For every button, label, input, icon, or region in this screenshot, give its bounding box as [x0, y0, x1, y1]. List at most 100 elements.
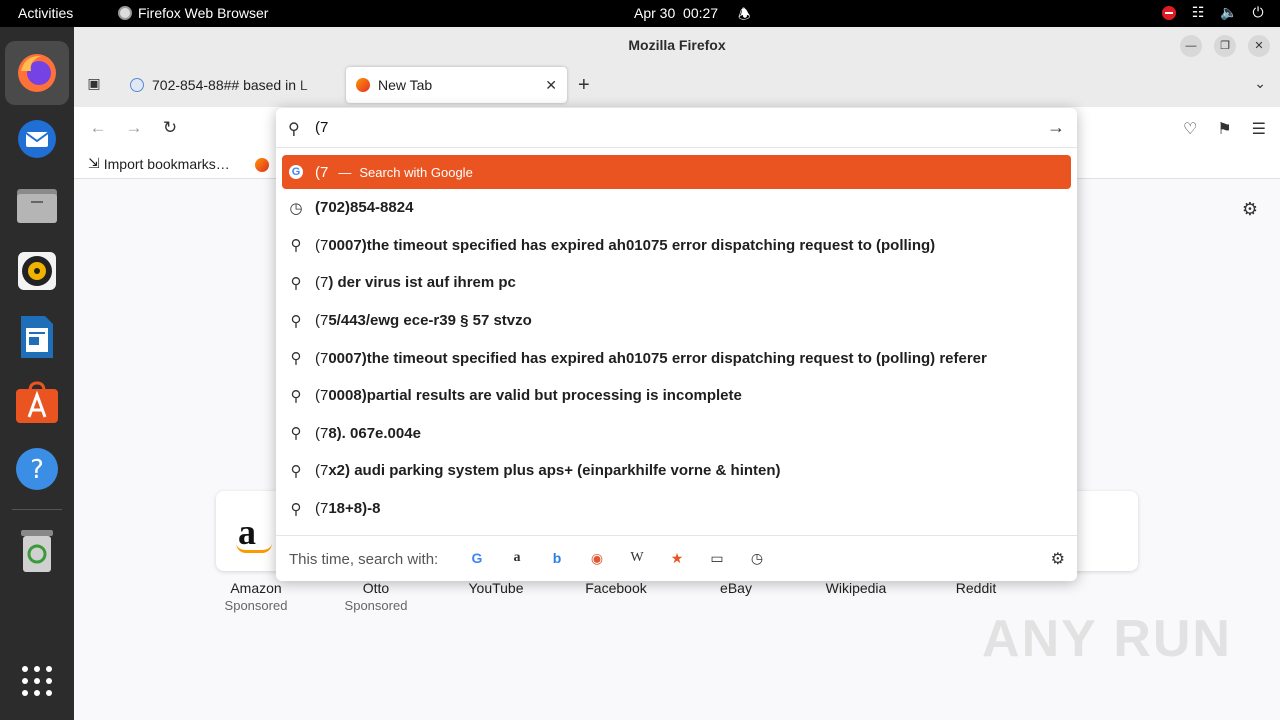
- amazon-smile-icon: [236, 543, 272, 553]
- trash-icon[interactable]: [5, 519, 69, 583]
- top-site-label: Amazon: [230, 580, 282, 596]
- tab-bar: ▣ 702-854-88## based in L New Tab ✕ + ⌄: [74, 63, 1280, 107]
- thunderbird-icon[interactable]: [5, 107, 69, 171]
- result-text: 8). 067e.004e: [328, 424, 421, 442]
- top-site-label[interactable]: Otto: [316, 580, 436, 596]
- menu-icon[interactable]: ☰: [1252, 119, 1266, 139]
- duckduckgo-icon[interactable]: ◉: [588, 549, 606, 567]
- wikipedia-icon[interactable]: W: [628, 549, 646, 567]
- result-row[interactable]: ⚲ (7 0007)the timeout specified has expir…: [276, 227, 1077, 265]
- new-tab-button[interactable]: +: [578, 75, 590, 95]
- reload-icon[interactable]: ↻: [159, 118, 181, 138]
- list-all-tabs-icon[interactable]: ⌄: [1254, 75, 1266, 92]
- clock[interactable]: Apr 30 00:27: [634, 5, 718, 21]
- amazon-icon[interactable]: a: [508, 549, 526, 567]
- result-row[interactable]: ⚲ (7 18+8)-8: [276, 490, 1077, 528]
- bookmarks-icon[interactable]: ★: [668, 549, 686, 567]
- search-settings-gear-icon[interactable]: ⚙: [1051, 549, 1065, 569]
- files-icon[interactable]: [5, 173, 69, 237]
- extensions-icon[interactable]: ⚑: [1217, 119, 1231, 139]
- search-icon: ⚲: [290, 462, 302, 480]
- top-site-label[interactable]: eBay: [676, 580, 796, 596]
- close-window-button[interactable]: ✕: [1248, 35, 1270, 57]
- top-site-sponsored: Sponsored: [224, 598, 288, 613]
- shield-icon: [130, 78, 144, 92]
- result-prefix: (7: [315, 236, 329, 254]
- urlbar-results: G (7 — Search with Google ◷ (702)854-882…: [276, 153, 1077, 527]
- writer-icon[interactable]: [5, 305, 69, 369]
- top-site-label[interactable]: Facebook: [556, 580, 676, 596]
- urlbar-text[interactable]: (7: [315, 119, 328, 136]
- firefox-favicon-icon: [356, 78, 370, 92]
- result-prefix: (7: [315, 462, 329, 480]
- history-icon[interactable]: ◷: [748, 549, 766, 567]
- history-icon: ◷: [289, 199, 303, 217]
- pocket-icon[interactable]: ♡: [1183, 119, 1197, 139]
- result-separator: —: [338, 164, 352, 180]
- result-text: 0007)the timeout specified has expired a…: [328, 236, 936, 254]
- minimize-button[interactable]: —: [1180, 35, 1202, 57]
- top-site-label[interactable]: Reddit: [916, 580, 1036, 596]
- volume-icon: 🔈: [1220, 4, 1238, 20]
- search-with-google-row[interactable]: G (7 — Search with Google: [282, 155, 1071, 189]
- import-icon: ⇲: [88, 155, 100, 171]
- result-prefix: (7: [315, 500, 329, 518]
- google-icon[interactable]: G: [468, 549, 486, 567]
- back-icon[interactable]: ←: [87, 118, 109, 138]
- app-menu[interactable]: Firefox Web Browser: [118, 5, 268, 21]
- customize-gear-icon[interactable]: ⚙: [1242, 199, 1258, 220]
- result-row[interactable]: ⚲ (7 x2) audi parking system plus aps+ (e…: [276, 452, 1077, 490]
- tab-phone-lookup[interactable]: 702-854-88## based in L: [120, 67, 342, 103]
- notification-bell-icon[interactable]: 🕭: [738, 4, 751, 28]
- result-prefix: (7: [315, 424, 329, 442]
- google-icon: G: [288, 164, 304, 180]
- search-icon: ⚲: [290, 350, 302, 368]
- time: 00:27: [683, 5, 719, 21]
- result-text: 0008)partial results are valid but proce…: [328, 387, 742, 405]
- close-tab-icon[interactable]: ✕: [545, 77, 557, 94]
- app-center-icon[interactable]: [5, 371, 69, 435]
- system-tray[interactable]: ☷ 🔈 ⏻: [1162, 4, 1266, 21]
- search-icon: ⚲: [290, 387, 302, 405]
- window-title: Mozilla Firefox: [628, 37, 726, 53]
- bing-icon[interactable]: b: [548, 549, 566, 567]
- app-grid-icon[interactable]: [5, 649, 69, 713]
- go-arrow-icon[interactable]: →: [1047, 117, 1065, 138]
- result-row[interactable]: ⚲ (7 0008)partial results are valid but p…: [276, 377, 1077, 415]
- result-text: 5/443/ewg ece-r39 § 57 stvzo: [328, 312, 532, 330]
- result-text: 18+8)-8: [328, 500, 381, 518]
- search-icon: ⚲: [290, 312, 302, 330]
- top-site-label[interactable]: Wikipedia: [796, 580, 916, 596]
- result-text: ) der virus ist auf ihrem pc: [328, 274, 516, 292]
- result-prefix: (7: [315, 349, 329, 367]
- firefox-view-icon[interactable]: ▣: [84, 75, 104, 95]
- result-row[interactable]: ⚲ (7) der virus ist auf ihrem pc: [276, 264, 1077, 302]
- top-site-label[interactable]: YouTube: [436, 580, 556, 596]
- rhythmbox-icon[interactable]: [5, 239, 69, 303]
- selected-typed-text: (7: [315, 163, 329, 181]
- one-off-search-bar: This time, search with: G a b ◉ W ★ ▭ ◷ …: [276, 535, 1077, 581]
- firefox-bookmark-icon[interactable]: [255, 158, 269, 172]
- result-row[interactable]: ⚲ (7 0007)the timeout specified has expir…: [276, 339, 1077, 377]
- tab-new-tab[interactable]: New Tab ✕: [346, 67, 567, 103]
- dock: ?: [0, 27, 74, 720]
- window-titlebar[interactable]: Mozilla Firefox — ❐ ✕: [74, 27, 1280, 63]
- maximize-button[interactable]: ❐: [1214, 35, 1236, 57]
- result-row[interactable]: ⚲ (7 8). 067e.004e: [276, 415, 1077, 453]
- firefox-app-icon: [118, 6, 132, 20]
- result-row[interactable]: ⚲ (7 5/443/ewg ece-r39 § 57 stvzo: [276, 302, 1077, 340]
- recording-indicator-icon[interactable]: [1162, 5, 1176, 20]
- result-text: 0007)the timeout specified has expired a…: [328, 349, 987, 367]
- svg-text:?: ?: [30, 455, 44, 485]
- help-icon[interactable]: ?: [5, 437, 69, 501]
- forward-icon[interactable]: →: [123, 118, 145, 138]
- activities-button[interactable]: Activities: [18, 5, 73, 21]
- import-bookmarks-button[interactable]: ⇲ Import bookmarks…: [88, 155, 230, 172]
- result-row[interactable]: ◷ (702)854-8824: [276, 189, 1077, 227]
- result-text: (702)854-8824: [315, 199, 414, 217]
- tabs-icon[interactable]: ▭: [708, 549, 726, 567]
- firefox-icon[interactable]: [5, 41, 69, 105]
- result-prefix: (7: [315, 387, 329, 405]
- urlbar-input[interactable]: ⚲ (7 →: [276, 108, 1077, 148]
- anyrun-watermark: ANY RUN: [982, 610, 1232, 668]
